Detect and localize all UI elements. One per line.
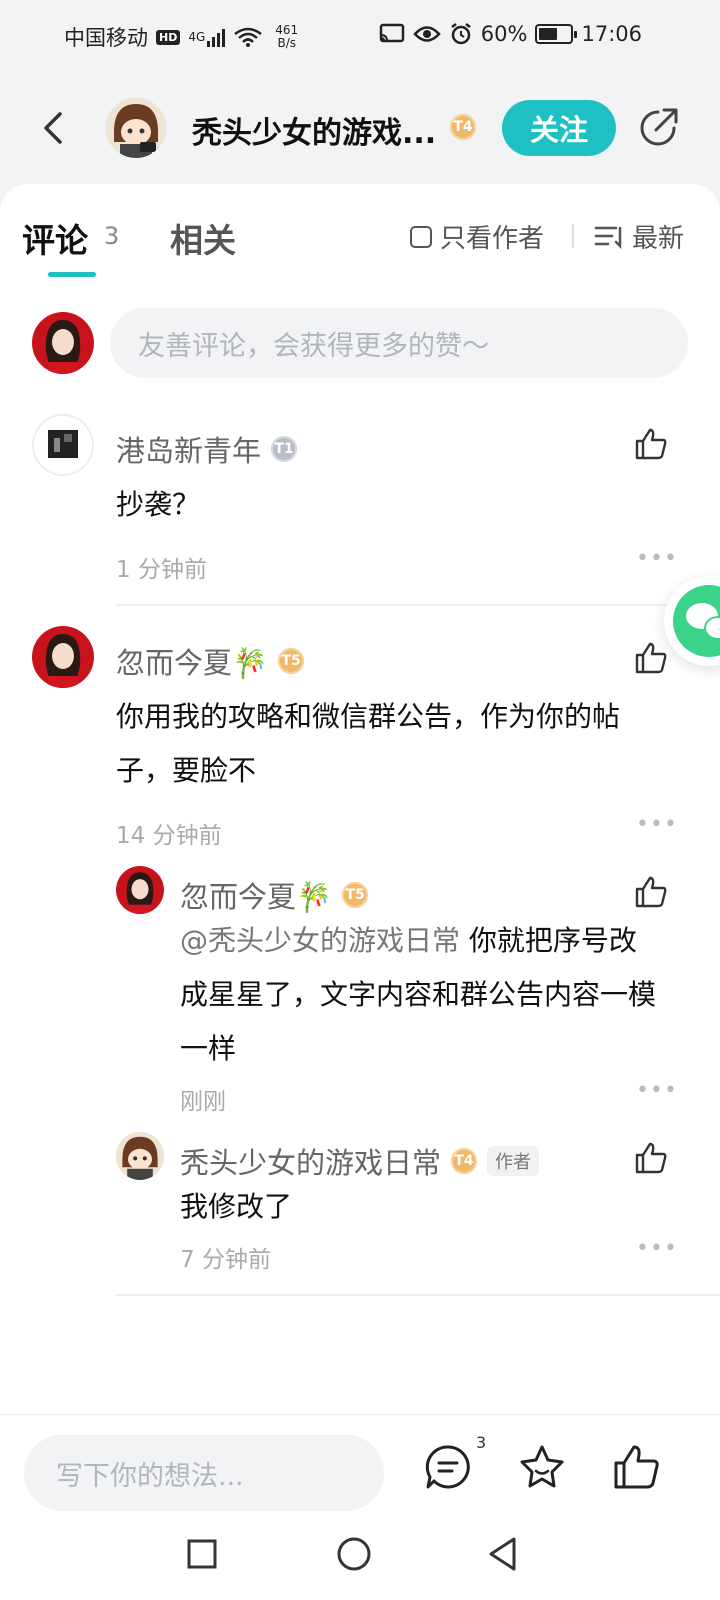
more-options-icon[interactable]: •••: [636, 546, 678, 571]
status-bar: 中国移动 HD 4G 461 B/s 60% 17:06: [0, 0, 720, 72]
comment-divider: [116, 1294, 720, 1296]
post-author-title[interactable]: 秃头少女的游戏...: [192, 108, 436, 152]
level-badge-icon: T4: [450, 114, 476, 140]
comment-author-name: 港岛新青年: [116, 434, 262, 468]
more-options-icon[interactable]: •••: [636, 1078, 678, 1103]
comment-time: 1 分钟前: [116, 557, 207, 583]
network-type: 4G: [188, 30, 206, 44]
hd-icon: HD: [156, 29, 181, 45]
share-icon[interactable]: [636, 104, 682, 150]
battery-fill: [539, 28, 558, 40]
net-speed: 461 B/s: [275, 24, 298, 50]
alarm-icon: [451, 23, 471, 45]
status-left: 中国移动 HD 4G 461 B/s: [64, 22, 298, 52]
checkbox-icon: [410, 225, 432, 248]
sort-icon: [594, 226, 622, 249]
cast-icon: [379, 23, 405, 43]
comment-icon[interactable]: [424, 1443, 472, 1491]
post-header: 秃头少女的游戏... T4 关注: [0, 88, 720, 168]
wechat-share-button[interactable]: [664, 576, 720, 666]
reply-author-name: 忽而今夏🎋: [180, 880, 333, 914]
reply-text: 我修改了: [180, 1190, 293, 1223]
battery-percent: 60%: [480, 22, 528, 46]
only-author-label: 只看作者: [440, 224, 545, 254]
more-options-icon[interactable]: •••: [636, 1236, 678, 1261]
back-arrow-icon[interactable]: [36, 106, 72, 150]
sort-label: 最新: [632, 224, 685, 254]
commenter-avatar[interactable]: [32, 414, 94, 476]
wifi-icon: [234, 27, 263, 47]
star-icon[interactable]: [518, 1443, 566, 1491]
cartoon-girl-avatar-icon: [116, 1132, 164, 1180]
comment-text: 抄袭？: [116, 488, 201, 521]
write-comment-input[interactable]: 写下你的想法...: [24, 1435, 384, 1511]
reply-author-name: 秃头少女的游戏日常: [180, 1146, 442, 1180]
system-nav-bar: [0, 1534, 720, 1600]
tab-related[interactable]: 相关: [170, 214, 236, 262]
eye-icon: [413, 26, 441, 42]
girl-photo-avatar-icon: [32, 312, 94, 374]
like-icon[interactable]: [634, 642, 668, 674]
carrier-label: 中国移动: [64, 26, 148, 50]
reply-author[interactable]: 忽而今夏🎋 T5: [180, 874, 369, 916]
reply-text: @秃头少女的游戏日常 你就把序号改成星星了，文字内容和群公告内容一模一样: [180, 914, 660, 1076]
net-speed-value: 461: [275, 23, 299, 37]
comments-sheet: 评论 3 相关 只看作者 最新 友善评论，会获得更多的赞～ 港岛新青年 T1 抄…: [0, 184, 720, 1414]
divider: [572, 224, 574, 248]
like-icon[interactable]: [634, 428, 668, 460]
reply-avatar[interactable]: [116, 866, 164, 914]
girl-photo-avatar-icon: [32, 626, 94, 688]
comment-author[interactable]: 港岛新青年 T1: [116, 428, 298, 470]
back-icon[interactable]: [486, 1536, 520, 1572]
author-avatar[interactable]: [106, 98, 166, 158]
comment-input[interactable]: 友善评论，会获得更多的赞～: [110, 308, 688, 378]
battery-icon: [535, 24, 578, 44]
comment-author[interactable]: 忽而今夏🎋 T5: [116, 640, 305, 682]
level-badge-icon: T5: [278, 648, 305, 674]
comment-text: 你用我的攻略和微信群公告，作为你的帖子，要脸不: [116, 700, 621, 787]
comment-time: 14 分钟前: [116, 823, 222, 849]
reply-author[interactable]: 秃头少女的游戏日常 T4 作者: [180, 1140, 540, 1182]
like-icon[interactable]: [634, 876, 668, 908]
commenter-avatar[interactable]: [32, 626, 94, 688]
recent-apps-icon[interactable]: [186, 1538, 218, 1570]
reply-avatar[interactable]: [116, 1132, 164, 1180]
comment-author-name: 忽而今夏🎋: [116, 646, 269, 680]
level-badge-icon: T1: [271, 436, 298, 462]
comment-count-badge: 3: [476, 1433, 487, 1452]
like-icon[interactable]: [612, 1443, 660, 1491]
home-icon[interactable]: [336, 1536, 372, 1572]
dark-photo-avatar-icon: [48, 430, 78, 458]
only-author-toggle[interactable]: 只看作者: [410, 218, 544, 255]
reply-time: 刚刚: [180, 1089, 226, 1115]
tab-comments-count: 3: [104, 222, 120, 250]
cartoon-girl-avatar-icon: [106, 98, 166, 158]
wechat-icon: [673, 585, 720, 657]
comment-divider: [116, 604, 720, 606]
girl-photo-avatar-icon: [116, 866, 164, 914]
bottom-action-bar: 写下你的想法... 3: [0, 1414, 720, 1534]
tab-comments[interactable]: 评论: [22, 214, 88, 262]
level-badge-icon: T4: [451, 1148, 478, 1174]
signal-icon: [207, 27, 226, 47]
level-badge-icon: T5: [342, 882, 369, 908]
author-tag: 作者: [487, 1146, 540, 1176]
like-icon[interactable]: [634, 1142, 668, 1174]
net-speed-unit: B/s: [277, 36, 296, 50]
status-right: 60% 17:06: [379, 22, 642, 46]
follow-button[interactable]: 关注: [502, 100, 616, 156]
sort-button[interactable]: 最新: [594, 218, 684, 255]
mention-link[interactable]: @秃头少女的游戏日常: [180, 924, 460, 957]
reply-time: 7 分钟前: [180, 1247, 271, 1273]
more-options-icon[interactable]: •••: [636, 812, 678, 837]
my-avatar: [32, 312, 94, 374]
tab-indicator: [48, 272, 96, 277]
clock: 17:06: [581, 22, 642, 46]
